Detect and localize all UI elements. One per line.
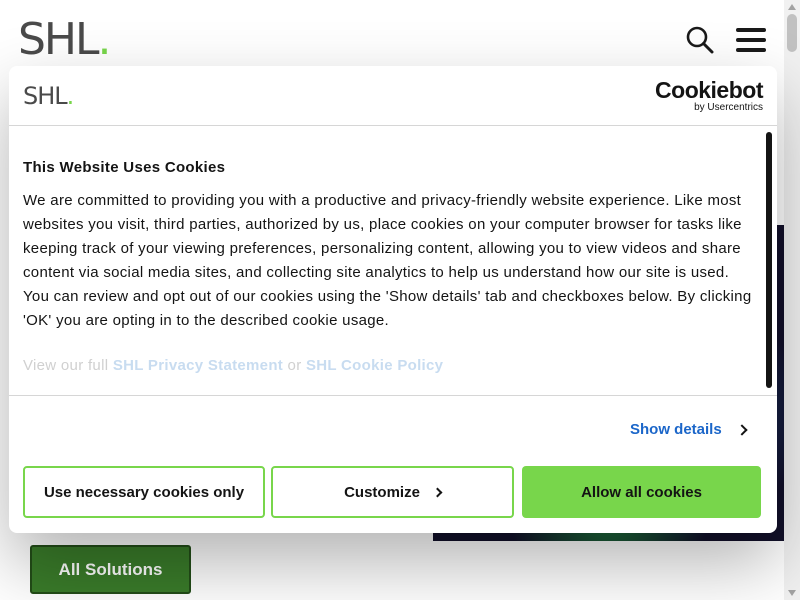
links-prefix: View our full bbox=[23, 357, 109, 374]
cookiebot-logo[interactable]: Cookiebot by Usercentrics bbox=[655, 78, 763, 114]
page-scrollbar[interactable] bbox=[784, 0, 800, 600]
menu-bar bbox=[736, 28, 766, 32]
show-details-label: Show details bbox=[630, 421, 722, 438]
cookie-consent-dialog: SHL. Cookiebot by Usercentrics This Webs… bbox=[9, 66, 777, 533]
scroll-down-arrow-icon[interactable] bbox=[788, 590, 796, 596]
site-logo-text: SHL bbox=[18, 14, 100, 65]
cookiebot-name: Cookiebot bbox=[655, 77, 763, 103]
search-icon[interactable] bbox=[686, 26, 714, 54]
site-logo-dot: . bbox=[97, 14, 112, 65]
allow-all-label: Allow all cookies bbox=[581, 483, 702, 501]
page-scroll-thumb[interactable] bbox=[787, 14, 797, 52]
dialog-logo-text: SHL bbox=[23, 82, 68, 110]
menu-bar bbox=[736, 48, 766, 52]
menu-bar bbox=[736, 38, 766, 42]
policy-links: View our full SHL Privacy Statement or S… bbox=[23, 357, 443, 374]
links-or: or bbox=[287, 357, 302, 374]
hamburger-menu-icon[interactable] bbox=[736, 28, 766, 52]
allow-all-cookies-button[interactable]: Allow all cookies bbox=[522, 466, 761, 518]
chevron-right-icon bbox=[736, 423, 748, 436]
dialog-title: This Website Uses Cookies bbox=[23, 159, 226, 176]
dialog-logo: SHL. bbox=[23, 82, 75, 110]
all-solutions-button[interactable]: All Solutions bbox=[30, 545, 191, 594]
cookiebot-sub: by Usercentrics bbox=[694, 102, 763, 113]
chevron-right-icon bbox=[432, 487, 443, 497]
privacy-statement-link[interactable]: SHL Privacy Statement bbox=[113, 357, 283, 374]
show-details-link[interactable]: Show details bbox=[630, 421, 748, 438]
dialog-header: SHL. Cookiebot by Usercentrics bbox=[9, 66, 777, 126]
dialog-logo-dot: . bbox=[66, 82, 75, 110]
necessary-cookies-label: Use necessary cookies only bbox=[43, 483, 245, 501]
dialog-scrollbar[interactable] bbox=[766, 132, 772, 388]
customize-label: Customize bbox=[344, 483, 420, 501]
customize-button[interactable]: Customize bbox=[271, 466, 514, 518]
dialog-scroll-thumb[interactable] bbox=[766, 132, 772, 388]
site-logo[interactable]: SHL. bbox=[18, 18, 112, 62]
scroll-up-arrow-icon[interactable] bbox=[788, 4, 796, 10]
dialog-body: This Website Uses Cookies We are committ… bbox=[9, 127, 777, 396]
dialog-body-text: We are committed to providing you with a… bbox=[23, 192, 752, 329]
necessary-cookies-button[interactable]: Use necessary cookies only bbox=[23, 466, 265, 518]
cookie-policy-link[interactable]: SHL Cookie Policy bbox=[306, 357, 443, 374]
